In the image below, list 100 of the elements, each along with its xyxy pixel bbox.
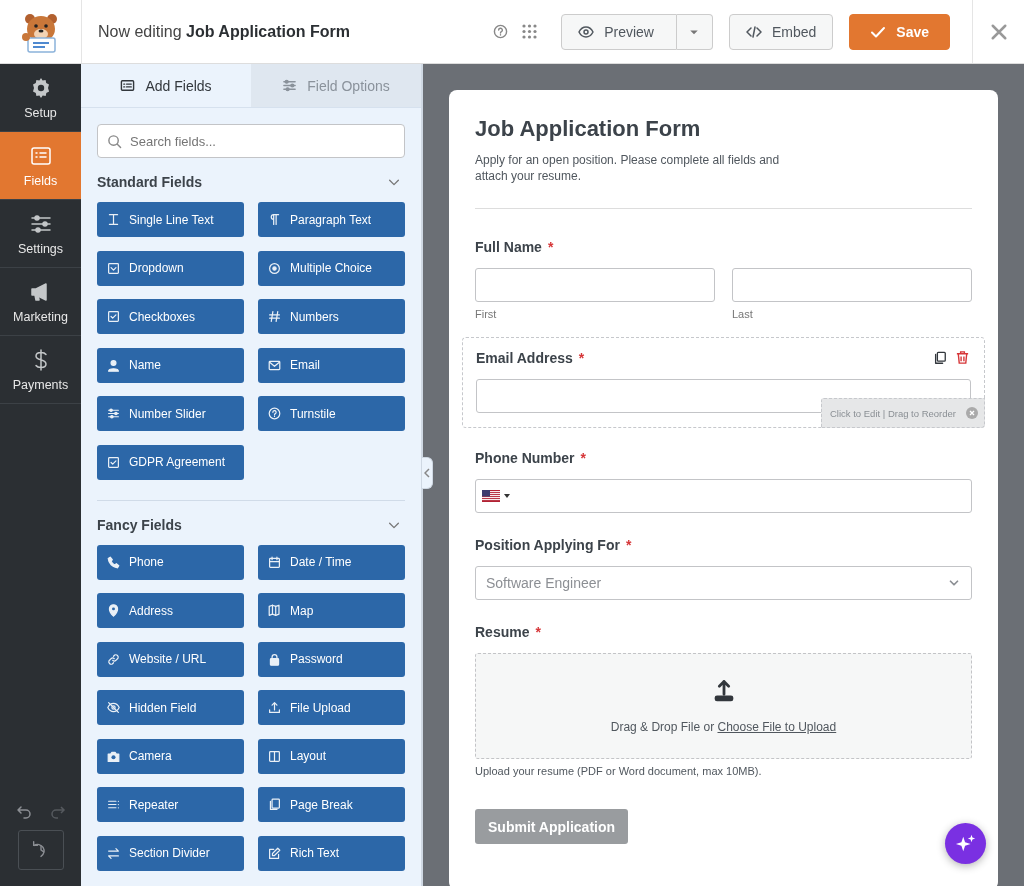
grid-dots-icon[interactable] [522,24,538,39]
undo-icon [15,804,32,820]
field-label: Resume [475,624,530,641]
add-field-button[interactable]: Name [97,347,244,383]
add-field-button[interactable]: Repeater [97,787,244,822]
form-description: Apply for an open position. Please complete all fields and attach your resume. [475,152,781,184]
add-field-button[interactable]: Camera [97,738,244,774]
location-pin-icon [107,604,120,617]
add-field-button[interactable]: Hidden Field [97,690,244,725]
text-cursor-icon [107,213,120,226]
phone-icon [107,555,120,569]
add-field-button[interactable]: Map [258,593,405,628]
required-asterisk: * [547,239,554,256]
required-asterisk: * [535,624,541,641]
map-icon [268,604,281,617]
add-field-button[interactable]: Rich Text [258,835,405,871]
checkbox-icon [107,455,120,469]
edit-hint-text: Click to Edit | Drag to Reorder [830,407,956,419]
phone-input[interactable] [475,479,972,513]
selected-field-outline[interactable]: Email Address * Click to Edit | Drag to Reorder [462,337,985,428]
form-field[interactable]: Resume * Drag & Drop File or Choose File to Upload Upload your resume (PDF or Word document, max 10MB). [475,624,972,777]
add-field-button[interactable]: Dropdown [97,250,244,286]
trash-icon[interactable] [955,350,970,365]
close-hint-button[interactable] [966,407,978,419]
person-icon [107,358,120,372]
search-field[interactable]: Search fields... [97,124,405,158]
calendar-icon [268,555,281,569]
field-label: Email Address [476,350,573,367]
add-field-button[interactable]: Number Slider [97,396,244,431]
add-field-button[interactable]: Single Line Text [97,202,244,237]
caret-icon [504,493,510,499]
upload-icon [268,701,281,714]
add-field-button[interactable]: Phone [97,544,244,580]
required-asterisk: * [625,537,632,554]
add-field-button[interactable]: Email [258,347,405,383]
add-field-button[interactable]: Layout [258,738,405,774]
redo-icon[interactable] [49,804,66,820]
embed-button[interactable]: Embed [728,13,834,50]
save-button[interactable]: Save [849,13,950,50]
sliders-icon [107,407,120,420]
add-field-button[interactable]: File Upload [258,690,405,725]
add-field-button[interactable]: Website / URL [97,641,244,677]
add-field-button[interactable]: Section Divider [97,835,244,871]
add-field-button[interactable]: Multiple Choice [258,250,405,286]
section-title: Standard Fields [97,174,203,190]
code-icon [745,23,762,40]
link-icon [107,652,120,666]
revision-history-button[interactable] [17,830,64,870]
text-input[interactable] [475,268,715,302]
add-field-button[interactable]: Paragraph Text [258,202,405,237]
pilcrow-icon [268,213,281,226]
list-form-icon [120,78,136,93]
form-field[interactable]: Position Applying For * Software Engineer [475,537,972,600]
pages-icon [268,798,281,811]
add-field-button[interactable]: Password [258,641,405,677]
required-asterisk: * [580,450,587,467]
field-label: Phone Number [475,450,575,467]
swap-arrows-icon [107,846,120,860]
columns-icon [268,749,281,763]
padlock-icon [268,652,281,666]
add-field-button[interactable]: Checkboxes [97,299,244,334]
list-icon [107,798,120,811]
add-field-button[interactable]: Page Break [258,787,405,822]
flag-icon [482,490,500,502]
form-field[interactable]: Full Name * First Last [475,239,972,321]
file-drop-zone[interactable]: Drag & Drop File or Choose File to Upload [475,653,972,759]
add-field-button[interactable]: Turnstile [258,396,405,431]
dropdown-icon [107,261,120,275]
nav-item[interactable]: Fields [0,132,81,200]
checkbox-icon [107,310,120,323]
preview-dropdown-button[interactable] [676,13,713,50]
field-label: Full Name [475,239,542,256]
sublabel: Last [732,308,754,321]
form-field[interactable]: Phone Number * [475,450,972,513]
section-title: Fancy Fields [97,516,182,533]
drop-text: Drag & Drop File or Choose File to Upload [610,720,837,734]
preview-button[interactable]: Preview [561,13,677,50]
close-icon [969,410,975,416]
sublabel: First [475,308,498,321]
add-field-button[interactable]: Numbers [258,299,405,334]
duplicate-icon [933,350,947,365]
ai-assistant-button[interactable] [945,823,986,864]
form-title: Job Application Form [475,116,702,142]
position-select[interactable]: Software Engineer [475,566,972,600]
eye-icon [578,23,595,40]
add-field-button[interactable]: Date / Time [258,544,405,580]
text-input[interactable] [732,268,972,302]
camera-icon [107,749,120,763]
field-label: Position Applying For [475,537,620,554]
choose-file-link[interactable]: Choose File to Upload [717,720,837,734]
search-icon [107,134,122,149]
add-field-button[interactable]: Address [97,593,244,628]
required-asterisk: * [578,350,585,367]
help-icon [493,24,509,39]
eye-slash-icon [107,701,120,714]
radio-icon [268,261,281,275]
field-description: Upload your resume (PDF or Word document, max 10MB). [475,765,763,777]
add-field-button[interactable]: GDPR Agreement [97,444,244,480]
sliders-icon [282,78,298,93]
envelope-icon [268,358,281,372]
